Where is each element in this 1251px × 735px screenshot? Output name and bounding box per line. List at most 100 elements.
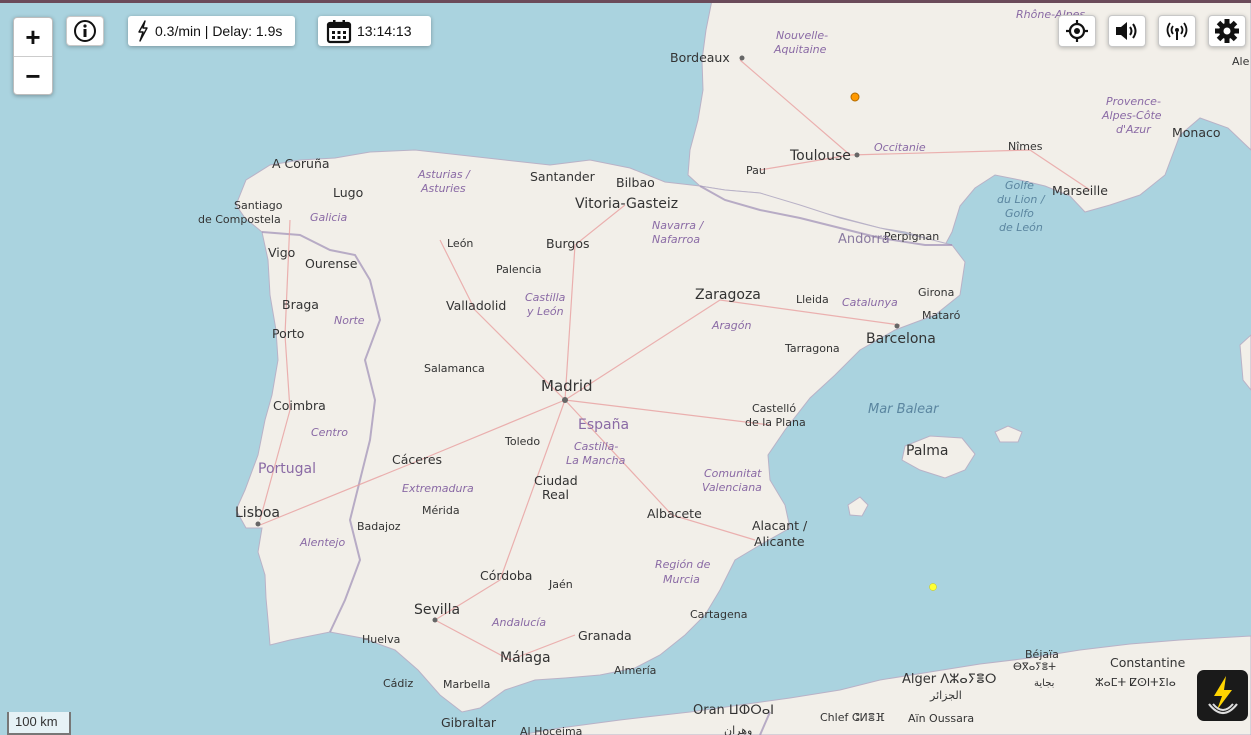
scale-bar: 100 km bbox=[7, 712, 71, 735]
rate-delay-text: 0.3/min | Delay: 1.9s bbox=[155, 23, 283, 39]
region-label: Nafarroa bbox=[652, 233, 700, 246]
place-label: Jaén bbox=[548, 578, 573, 591]
place-label: Ourense bbox=[305, 256, 358, 271]
country-label: Andorra bbox=[838, 232, 890, 247]
place-label: Coimbra bbox=[273, 398, 326, 413]
region-label: Occitanie bbox=[874, 141, 926, 154]
place-label: Alger ⴷⵣⴰⵢⴻⵔ bbox=[902, 672, 996, 687]
place-label: Perpignan bbox=[884, 230, 939, 243]
info-button[interactable] bbox=[66, 16, 104, 46]
place-label: Bilbao bbox=[616, 175, 655, 190]
place-label: Toulouse bbox=[789, 148, 851, 164]
sound-button[interactable] bbox=[1108, 15, 1146, 47]
locate-button[interactable] bbox=[1058, 15, 1096, 47]
sea-label: Mar Balear bbox=[868, 402, 940, 417]
place-label: Burgos bbox=[546, 236, 590, 251]
place-label: Vigo bbox=[268, 245, 295, 260]
place-label: Girona bbox=[918, 286, 954, 299]
region-label: Castilla- bbox=[574, 440, 618, 453]
place-label: Toledo bbox=[504, 435, 540, 448]
region-label: Catalunya bbox=[842, 296, 898, 309]
broadcast-icon bbox=[1166, 22, 1188, 40]
place-label: Lugo bbox=[333, 185, 363, 200]
place-label: Real bbox=[542, 487, 569, 502]
sea-label: Golfo bbox=[1005, 207, 1034, 220]
place-label: وهران bbox=[724, 724, 752, 735]
place-label: Oran ⵡⵀⵔⴰⵏ bbox=[693, 703, 774, 718]
place-label: Marseille bbox=[1052, 183, 1108, 198]
place-label: Al Hoceima bbox=[520, 725, 582, 735]
place-label: Cádiz bbox=[383, 677, 413, 690]
sea-label: Golfe bbox=[1005, 179, 1034, 192]
place-label: Granada bbox=[578, 628, 632, 643]
place-label: León bbox=[447, 237, 473, 250]
place-label: de Compostela bbox=[198, 213, 281, 226]
region-label: Provence- bbox=[1106, 95, 1161, 108]
place-label: Zaragoza bbox=[695, 287, 761, 303]
place-label: Nîmes bbox=[1008, 140, 1043, 153]
zoom-in-button[interactable]: + bbox=[14, 18, 52, 56]
place-label: Lisboa bbox=[235, 505, 280, 521]
region-label: La Mancha bbox=[566, 454, 626, 467]
region-label: Extremadura bbox=[402, 482, 474, 495]
place-label: Málaga bbox=[500, 650, 551, 666]
broadcast-button[interactable] bbox=[1158, 15, 1196, 47]
place-label: Ale bbox=[1232, 55, 1250, 68]
country-label: Portugal bbox=[258, 461, 316, 477]
place-label: Mataró bbox=[922, 309, 961, 322]
place-label: Sevilla bbox=[414, 602, 460, 618]
place-label: A Coruña bbox=[272, 156, 330, 171]
place-label: Santiago bbox=[234, 199, 283, 212]
place-label: Córdoba bbox=[480, 568, 532, 583]
place-label: Ciudad bbox=[534, 473, 578, 488]
place-label: Valladolid bbox=[446, 298, 506, 313]
place-label: Santander bbox=[530, 169, 596, 184]
sea-label: de León bbox=[999, 221, 1043, 234]
calendar-icon bbox=[326, 20, 352, 44]
place-label: Palencia bbox=[496, 263, 542, 276]
app-logo-icon bbox=[1207, 675, 1238, 714]
place-label: Pau bbox=[746, 164, 766, 177]
place-label: بجاية bbox=[1034, 678, 1054, 689]
place-label: Gibraltar bbox=[441, 715, 497, 730]
place-label: Almería bbox=[614, 664, 656, 677]
region-label: Asturies bbox=[420, 182, 466, 195]
place-label: Monaco bbox=[1172, 125, 1221, 140]
region-label: Murcia bbox=[663, 573, 700, 586]
region-label: Centro bbox=[311, 426, 348, 439]
place-label: Chlef ⵛⵍⴻⴼ bbox=[820, 711, 885, 724]
region-label: Navarra / bbox=[652, 219, 705, 232]
app-logo-button[interactable] bbox=[1197, 670, 1248, 721]
place-label: Braga bbox=[282, 297, 319, 312]
lightning-icon bbox=[138, 20, 148, 42]
region-label: Galicia bbox=[310, 211, 347, 224]
map-canvas[interactable]: Bordeaux Toulouse Pau Nîmes Marseille Mo… bbox=[0, 0, 1251, 735]
place-label: Bordeaux bbox=[670, 50, 730, 65]
place-label: Tarragona bbox=[784, 342, 840, 355]
region-label: Región de bbox=[655, 558, 711, 571]
place-label: Madrid bbox=[541, 377, 593, 395]
region-label: Valenciana bbox=[702, 481, 762, 494]
lightning-strike-marker[interactable] bbox=[929, 583, 937, 591]
place-label: Palma bbox=[906, 443, 949, 459]
place-label: Béjaïa bbox=[1025, 648, 1059, 661]
region-label: Castilla bbox=[525, 291, 566, 304]
settings-button[interactable] bbox=[1208, 15, 1246, 47]
place-label: Cáceres bbox=[392, 452, 442, 467]
info-icon bbox=[74, 20, 96, 42]
sound-icon bbox=[1116, 22, 1137, 40]
rate-delay-display[interactable]: 0.3/min | Delay: 1.9s bbox=[128, 16, 295, 46]
time-display[interactable]: 13:14:13 bbox=[318, 16, 431, 46]
place-label: Lleida bbox=[796, 293, 829, 306]
place-label: ⴱⴳⴰⵢⴻⵜ bbox=[1013, 662, 1056, 673]
zoom-out-button[interactable]: − bbox=[14, 56, 52, 95]
region-label: Alentejo bbox=[299, 536, 345, 549]
place-label: Aïn Oussara bbox=[908, 712, 974, 725]
region-label: Nouvelle- bbox=[776, 29, 828, 42]
region-label: Alpes-Côte bbox=[1101, 109, 1162, 122]
place-label: Mérida bbox=[422, 504, 460, 517]
lightning-strike-marker[interactable] bbox=[850, 92, 860, 102]
region-label: Norte bbox=[334, 314, 365, 327]
locate-icon bbox=[1066, 20, 1088, 42]
country-label: España bbox=[578, 417, 629, 433]
